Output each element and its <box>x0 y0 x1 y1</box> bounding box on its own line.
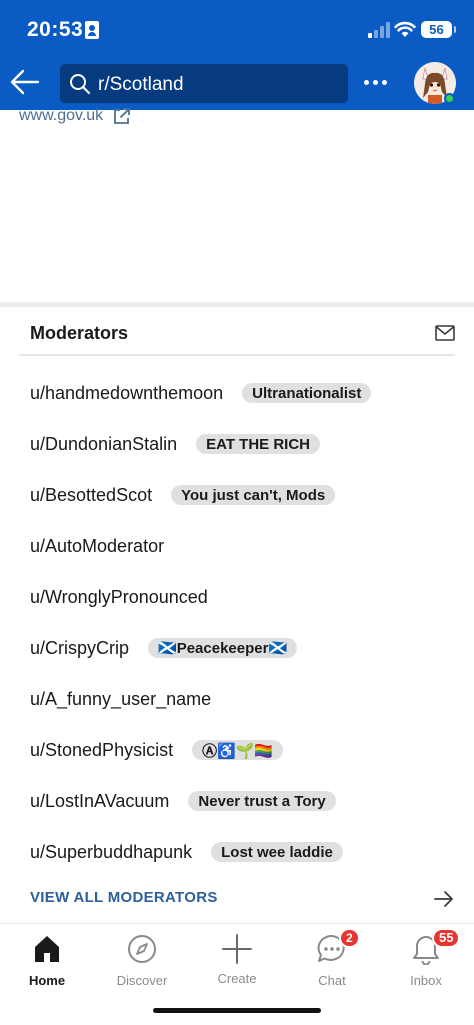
online-status-dot <box>444 93 455 104</box>
view-all-moderators-link[interactable]: VIEW ALL MODERATORS <box>30 889 218 906</box>
user-flair: Ultranationalist <box>242 383 372 403</box>
moderator-username[interactable]: u/WronglyPronounced <box>30 587 208 608</box>
app-header: 20:53 56 r/Scotland <box>0 0 474 110</box>
nav-label: Home <box>28 973 66 988</box>
status-time: 20:53 <box>27 18 84 41</box>
back-arrow-icon[interactable] <box>8 66 40 98</box>
moderator-username[interactable]: u/CrispyCrip <box>30 638 129 659</box>
more-options-icon[interactable] <box>362 80 390 88</box>
user-flair: 🏴󠁧󠁢󠁳󠁣󠁴󠁿Peacekeeper🏴󠁧󠁢󠁳󠁣󠁴󠁿 <box>148 638 298 658</box>
website-link-text: www.gov.uk <box>19 107 104 124</box>
user-flair: You just can't, Mods <box>171 485 336 505</box>
chat-badge: 2 <box>339 928 360 948</box>
moderator-username[interactable]: u/LostInAVacuum <box>30 791 169 812</box>
nav-label: Chat <box>318 973 346 988</box>
search-icon <box>70 74 91 95</box>
moderator-username[interactable]: u/handmedownthemoon <box>30 383 223 404</box>
moderator-row[interactable]: u/DundonianStalin EAT THE RICH <box>30 432 321 456</box>
moderators-heading: Moderators <box>30 323 129 343</box>
nav-inbox[interactable]: 55 Inbox <box>386 928 466 990</box>
search-bar[interactable]: r/Scotland <box>60 64 348 103</box>
search-query: r/Scotland <box>98 74 184 95</box>
moderator-row[interactable]: u/AutoModerator <box>30 534 164 558</box>
contact-card-icon <box>85 21 99 39</box>
moderators-divider <box>19 354 455 356</box>
nav-label: Inbox <box>410 973 442 988</box>
moderator-username[interactable]: u/DundonianStalin <box>30 434 177 455</box>
nav-label: Discover <box>116 973 168 988</box>
moderator-row[interactable]: u/StonedPhysicist Ⓐ♿🌱🏳️‍🌈 <box>30 738 284 762</box>
message-mods-icon[interactable] <box>435 325 455 341</box>
moderator-row[interactable]: u/Superbuddhapunk Lost wee laddie <box>30 840 343 864</box>
battery-indicator: 56 <box>421 21 456 38</box>
nav-discover[interactable]: Discover <box>102 930 182 990</box>
nav-home[interactable]: Home <box>7 930 87 990</box>
cellular-signal-icon <box>368 22 390 38</box>
wifi-icon <box>394 21 416 37</box>
moderator-username[interactable]: u/AutoModerator <box>30 536 164 557</box>
moderator-row[interactable]: u/handmedownthemoon Ultranationalist <box>30 381 372 405</box>
arrow-right-icon[interactable] <box>433 888 455 910</box>
nav-label: Create <box>217 971 257 986</box>
moderator-username[interactable]: u/StonedPhysicist <box>30 740 173 761</box>
user-flair: Ⓐ♿🌱🏳️‍🌈 <box>192 740 284 760</box>
moderator-username[interactable]: u/A_funny_user_name <box>30 689 211 710</box>
external-link-icon <box>114 108 130 124</box>
compass-icon <box>128 935 156 963</box>
user-flair: Never trust a Tory <box>188 791 336 811</box>
nav-chat[interactable]: 2 Chat <box>292 928 372 990</box>
user-flair: EAT THE RICH <box>196 434 321 454</box>
moderator-row[interactable]: u/BesottedScot You just can't, Mods <box>30 483 336 507</box>
status-bar: 20:53 56 <box>0 0 474 58</box>
section-divider <box>0 302 474 307</box>
plus-icon <box>222 934 252 964</box>
moderator-username[interactable]: u/Superbuddhapunk <box>30 842 192 863</box>
moderator-username[interactable]: u/BesottedScot <box>30 485 152 506</box>
moderator-row[interactable]: u/A_funny_user_name <box>30 687 211 711</box>
moderator-row[interactable]: u/WronglyPronounced <box>30 585 208 609</box>
website-link[interactable]: www.gov.uk <box>19 107 130 127</box>
user-flair: Lost wee laddie <box>211 842 343 862</box>
home-icon <box>35 936 59 962</box>
moderator-row[interactable]: u/LostInAVacuum Never trust a Tory <box>30 789 336 813</box>
moderator-row[interactable]: u/CrispyCrip 🏴󠁧󠁢󠁳󠁣󠁴󠁿Peacekeeper🏴󠁧󠁢󠁳󠁣󠁴󠁿 <box>30 636 298 660</box>
inbox-badge: 55 <box>432 928 461 948</box>
nav-create[interactable]: Create <box>197 930 277 990</box>
home-indicator[interactable] <box>153 1008 321 1013</box>
